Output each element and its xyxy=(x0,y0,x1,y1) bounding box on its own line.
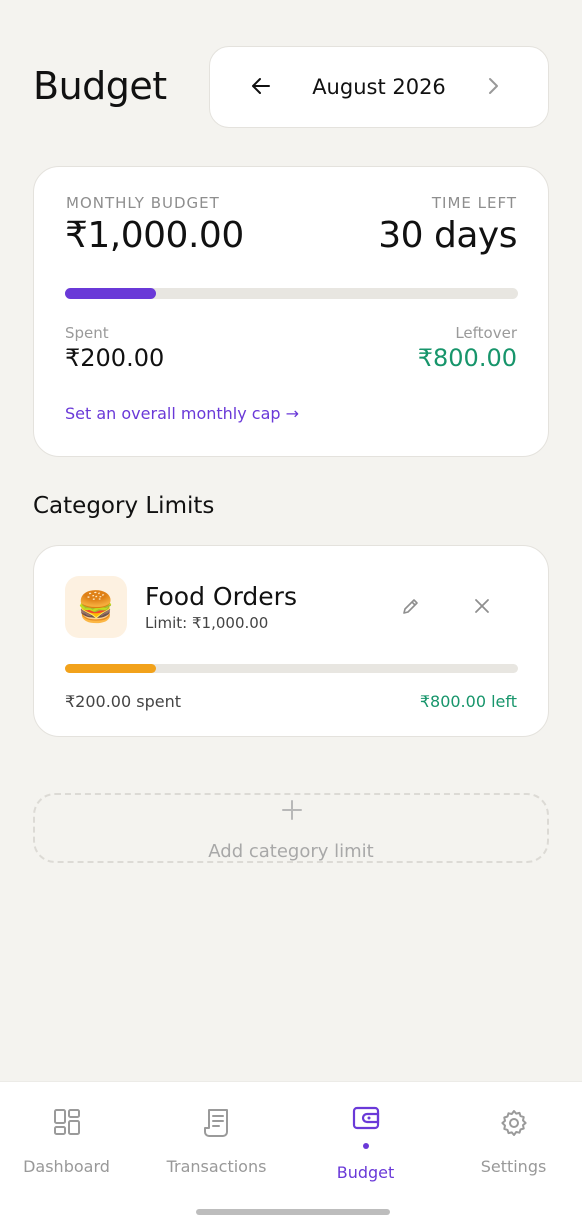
spent-amount: ₹200.00 xyxy=(65,344,165,372)
close-icon xyxy=(475,599,489,613)
gear-icon xyxy=(500,1110,527,1136)
spent-label: Spent xyxy=(65,324,109,342)
plus-icon xyxy=(282,800,302,820)
bottom-navigation: Dashboard Transactions Budget Settings xyxy=(0,1081,582,1229)
nav-settings-label: Settings xyxy=(480,1157,547,1176)
set-monthly-cap-link[interactable]: Set an overall monthly cap → xyxy=(65,404,299,423)
burger-icon: 🍔 xyxy=(77,589,115,625)
leftover-amount: ₹800.00 xyxy=(417,344,517,372)
category-left: ₹800.00 left xyxy=(419,692,517,711)
wallet-icon xyxy=(352,1106,379,1130)
add-category-limit-button[interactable]: Add category limit xyxy=(33,793,549,863)
receipt-icon xyxy=(203,1109,228,1137)
category-icon: 🍔 xyxy=(65,576,127,638)
budget-progress-bar xyxy=(65,288,518,299)
nav-dashboard[interactable]: Dashboard xyxy=(0,1082,139,1192)
active-indicator xyxy=(363,1143,369,1149)
dashboard-icon xyxy=(53,1109,80,1135)
monthly-budget-label: MONTHLY BUDGET xyxy=(66,194,220,212)
nav-dashboard-label: Dashboard xyxy=(23,1157,110,1176)
remove-category-button[interactable] xyxy=(468,592,496,620)
nav-transactions-label: Transactions xyxy=(166,1157,267,1176)
category-limit: Limit: ₹1,000.00 xyxy=(145,614,269,632)
time-left-label: TIME LEFT xyxy=(431,194,517,212)
category-name: Food Orders xyxy=(145,582,297,611)
monthly-budget-card: MONTHLY BUDGET ₹1,000.00 TIME LEFT 30 da… xyxy=(33,166,549,457)
home-indicator xyxy=(196,1209,390,1215)
page-title: Budget xyxy=(33,64,167,108)
leftover-label: Leftover xyxy=(455,324,517,342)
category-card: 🍔 Food Orders Limit: ₹1,000.00 ₹200.00 s… xyxy=(33,545,549,737)
nav-budget-label: Budget xyxy=(336,1163,395,1182)
time-left-value: 30 days xyxy=(378,215,517,256)
nav-budget[interactable]: Budget xyxy=(293,1082,438,1192)
chevron-right-icon xyxy=(489,78,498,94)
category-progress-bar xyxy=(65,664,518,673)
nav-settings[interactable]: Settings xyxy=(441,1082,582,1192)
nav-transactions[interactable]: Transactions xyxy=(144,1082,289,1192)
edit-category-button[interactable] xyxy=(397,592,425,620)
monthly-budget-amount: ₹1,000.00 xyxy=(65,215,244,256)
budget-progress-fill xyxy=(65,288,156,299)
pencil-icon xyxy=(403,599,418,614)
category-progress-fill xyxy=(65,664,156,673)
add-category-label: Add category limit xyxy=(208,841,374,862)
category-limits-title: Category Limits xyxy=(33,493,215,519)
month-selector: August 2026 xyxy=(209,46,549,128)
category-spent: ₹200.00 spent xyxy=(65,692,181,711)
next-month-button[interactable] xyxy=(478,71,508,101)
